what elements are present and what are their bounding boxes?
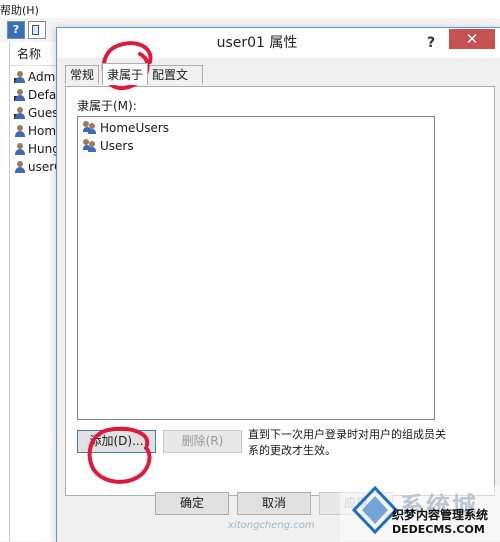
user-icon — [14, 161, 26, 173]
show-pane-icon[interactable] — [28, 21, 46, 39]
list-item[interactable]: Defa — [14, 86, 60, 104]
user-icon — [14, 143, 26, 155]
watermark-cn-text: 织梦内容管理系统 — [392, 508, 489, 522]
member-of-label: 隶属于(M): — [77, 99, 137, 113]
tab-profile[interactable]: 配置文件 — [147, 65, 203, 100]
user-list: 名称 Admi Defa Gues Home Hung userC — [10, 42, 60, 541]
remove-button[interactable]: 删除(R) — [163, 430, 242, 453]
tab-member-of[interactable]: 隶属于 — [102, 63, 148, 85]
list-item[interactable]: Gues — [14, 104, 60, 122]
group-list[interactable]: HomeUsers Users — [77, 116, 435, 420]
user-icon — [14, 71, 26, 83]
tab-strip: 常规 隶属于 配置文件 — [65, 63, 495, 100]
dialog-title: user01 属性 — [216, 35, 298, 51]
list-item[interactable]: Hung — [14, 140, 60, 158]
menu-help[interactable]: 帮助(H) — [0, 2, 39, 18]
add-button[interactable]: 添加(D)... — [77, 430, 156, 453]
list-item-group[interactable]: HomeUsers — [83, 119, 169, 137]
user-icon — [14, 89, 26, 101]
menu-bar: 帮助(H) — [0, 0, 500, 19]
member-of-panel: 隶属于(M): HomeUsers Users 添加(D)... 删除(R) 直… — [65, 86, 495, 496]
group-icon — [83, 121, 97, 134]
tab-general[interactable]: 常规 — [65, 65, 99, 84]
list-item[interactable]: Home — [14, 122, 60, 140]
group-icon — [83, 139, 97, 152]
column-header-name[interactable]: 名称 — [10, 42, 60, 66]
user-icon — [14, 107, 26, 119]
ok-button[interactable]: 确定 — [155, 492, 229, 515]
list-item-group[interactable]: Users — [83, 137, 134, 155]
membership-change-note: 直到下一次用户登录时对用户的组成员关系的更改才生效。 — [248, 428, 446, 457]
help-icon[interactable]: ? — [7, 21, 25, 39]
user-properties-dialog: user01 属性 ? ✕ 常规 隶属于 配置文件 隶属于(M): HomeUs… — [56, 27, 500, 542]
help-button[interactable]: ? — [421, 33, 441, 53]
title-bar[interactable]: user01 属性 ? ✕ — [57, 28, 500, 58]
console-tree-pane — [0, 42, 10, 541]
close-button[interactable]: ✕ — [449, 29, 495, 49]
watermark-site-small: xitongcheng.com — [228, 520, 315, 531]
watermark-url: DEDECMS.COM — [392, 523, 485, 536]
list-item[interactable]: Admi — [14, 68, 60, 86]
list-item-selected[interactable]: userC — [14, 158, 60, 176]
user-icon — [14, 125, 26, 137]
cancel-button[interactable]: 取消 — [237, 492, 311, 515]
